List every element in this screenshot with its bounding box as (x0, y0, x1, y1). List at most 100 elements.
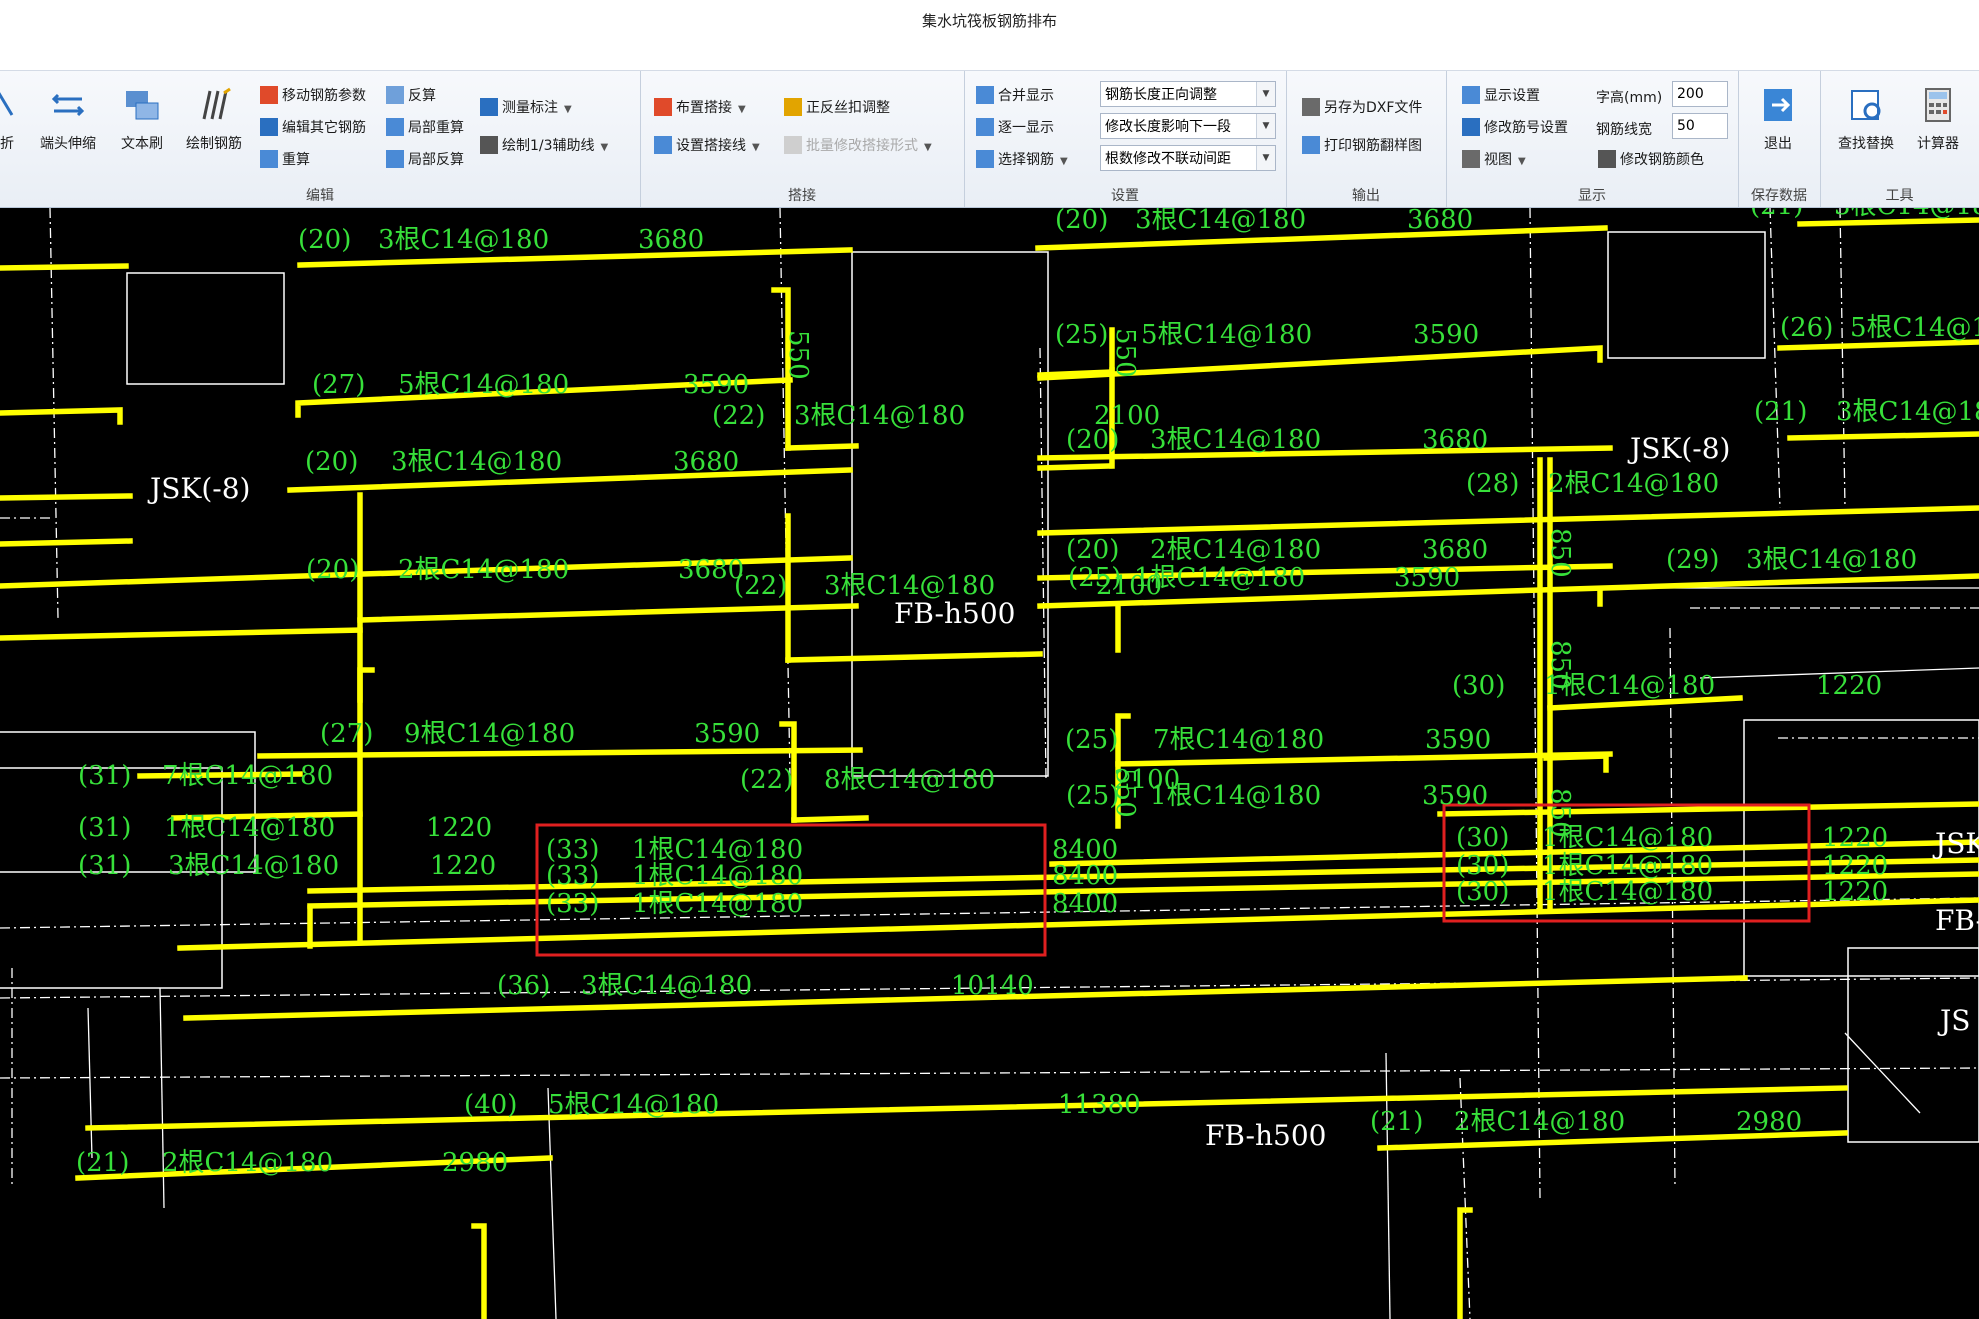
rebar-label-spec: 1根C14@180 (632, 861, 803, 891)
window-title: 集水坑筏板钢筋排布 (921, 12, 1057, 30)
save-dxf-button[interactable]: 另存为DXF文件 (1302, 95, 1422, 121)
rebar-line[interactable] (1037, 445, 1613, 461)
rebar-label-id: (21) (1754, 397, 1807, 427)
reverse-button[interactable]: 反算 (386, 83, 436, 109)
rebar-line[interactable] (0, 627, 363, 641)
rebar-line[interactable] (0, 263, 129, 271)
rebar-label[interactable]: (27) 9根C14@180 3590 (320, 719, 760, 749)
rebar-label[interactable]: (20) 2根C14@180 3680 (306, 555, 744, 585)
set-splice-line-button[interactable]: 设置搭接线 ▼ (654, 133, 760, 159)
room-label: FB-h500 (1205, 1119, 1326, 1152)
rebar-label[interactable]: (30) 1根C14@180 1220 (1456, 823, 1888, 853)
line-width-label: 钢筋线宽 (1596, 122, 1652, 138)
rebar-label-spec: 3根C14@180 (1150, 425, 1321, 455)
rebar-label[interactable]: (20) 3根C14@180 3680 (305, 447, 739, 477)
pit-outline (1607, 231, 1766, 359)
rebar-label[interactable]: (27) 5根C14@180 3590 (312, 370, 749, 400)
rebar-line[interactable] (1037, 505, 1979, 536)
length-effect-select[interactable]: 修改长度影响下一段 ▼ (1100, 113, 1276, 139)
merge-show-button[interactable]: 合并显示 (976, 83, 1054, 109)
rebar-label[interactable]: (20) 3根C14@180 3680 (1055, 208, 1473, 235)
wire-adjust-button[interactable]: 正反丝扣调整 (784, 95, 890, 121)
rebar-line[interactable] (0, 538, 133, 547)
rebar-drawing[interactable]: JSK(-8) JSK(-8) FB-h500 FB-h500 JSK FB- … (0, 208, 1979, 1319)
rebar-line[interactable] (287, 467, 853, 493)
rebar-label[interactable]: (29) 3根C14@180 (1666, 545, 1917, 575)
show-each-button[interactable]: 逐一显示 (976, 115, 1054, 141)
rebar-line[interactable] (357, 667, 375, 941)
chevron-down-icon[interactable]: ▼ (1256, 146, 1275, 170)
rebar-label-len: 3680 (1407, 208, 1473, 235)
color-icon (1598, 150, 1616, 168)
rebar-label[interactable]: (20) 2根C14@180 3680 (1066, 535, 1488, 565)
rebar-label[interactable]: (26) 5根C14@18 (1780, 313, 1979, 343)
dash-line (0, 1067, 1979, 1079)
chevron-down-icon[interactable]: ▼ (1256, 114, 1275, 138)
rebar-line[interactable] (1787, 431, 1979, 441)
edit-other-button[interactable]: 编辑其它钢筋 (260, 115, 366, 141)
local-reverse-button[interactable]: 局部反算 (386, 147, 464, 173)
modify-number-button[interactable]: 修改筋号设置 (1462, 115, 1568, 141)
text-brush-button[interactable]: 文本刷 (102, 79, 182, 179)
rebar-label[interactable]: (31) 7根C14@180 (78, 761, 333, 791)
move-params-button[interactable]: 移动钢筋参数 (260, 83, 366, 109)
rebar-label-spec: 3根C14@180 (824, 571, 995, 601)
drawing-canvas[interactable]: JSK(-8) JSK(-8) FB-h500 FB-h500 JSK FB- … (0, 208, 1979, 1319)
rebar-line[interactable] (357, 603, 859, 623)
find-replace-button[interactable]: 查找替换 (1826, 79, 1906, 179)
place-splice-button[interactable]: 布置搭接 ▼ (654, 95, 746, 121)
recalc-button[interactable]: 重算 (260, 147, 310, 173)
calculator-button[interactable]: 计算器 (1898, 79, 1978, 179)
draw-aux-button[interactable]: 绘制1/3辅助线 ▼ (480, 133, 608, 159)
count-link-select[interactable]: 根数修改不联动间距 ▼ (1100, 145, 1276, 171)
rebar-line[interactable] (0, 493, 133, 501)
draw-rebar-button[interactable]: 绘制钢筋 (174, 79, 254, 179)
exit-button[interactable]: 退出 (1738, 79, 1818, 179)
room-label: JS (1937, 1004, 1970, 1037)
end-stretch-button[interactable]: 端头伸缩 (28, 79, 108, 179)
chevron-down-icon[interactable]: ▼ (1256, 82, 1275, 106)
rebar-label[interactable]: (28) 2根C14@180 (1466, 469, 1719, 499)
length-adjust-select[interactable]: 钢筋长度正向调整 ▼ (1100, 81, 1276, 107)
print-button[interactable]: 打印钢筋翻样图 (1302, 133, 1422, 159)
rebar-line[interactable] (0, 407, 123, 425)
rebar-label-spec: 5根C14@180 (548, 1090, 719, 1120)
rebar-line[interactable] (1035, 225, 1608, 251)
rebar-label[interactable]: (31) 1根C14@180 1220 (78, 813, 492, 843)
font-height-input[interactable] (1672, 81, 1728, 107)
select-rebar-button[interactable]: 选择钢筋 ▼ (976, 147, 1068, 173)
rebar-label[interactable]: (21) 3根C14@180 (1750, 208, 1979, 221)
rebar-label[interactable]: (36) 3根C14@180 10140 (497, 971, 1034, 1001)
rebar-line[interactable] (785, 651, 1043, 663)
rebar-label-spec: 9根C14@180 (404, 719, 575, 749)
measure-button[interactable]: 测量标注 ▼ (480, 95, 572, 121)
rebar-line[interactable] (785, 443, 859, 451)
rebar-line[interactable] (791, 815, 869, 823)
rebar-line[interactable] (471, 1223, 487, 1319)
batch-modify-button[interactable]: 批量修改搭接形式 ▼ (784, 133, 932, 159)
line-width-input[interactable] (1672, 113, 1728, 139)
display-group: 显示设置 修改筋号设置 视图▼ 字高(mm) 钢筋线宽 修改钢筋颜色 显示 (1446, 71, 1739, 207)
rebar-line[interactable] (1457, 1207, 1473, 1319)
local-recalc-button[interactable]: 局部重算 (386, 115, 464, 141)
rebar-label[interactable]: (31) 3根C14@180 1220 (78, 851, 496, 881)
rebar-label[interactable]: (30) 1根C14@180 1220 (1452, 671, 1882, 701)
rebar-line[interactable] (1037, 463, 1113, 471)
rebar-label-len: 10140 (951, 971, 1034, 1001)
rebar-label-spec: 1根C14@180 (632, 889, 803, 919)
rebar-label-spec: 2根C14@180 (1150, 535, 1321, 565)
rebar-label[interactable]: (25) 7根C14@180 3590 (1065, 725, 1491, 755)
rebar-label[interactable]: (21) 3根C14@18 (1754, 397, 1979, 427)
rebar-label[interactable]: (21) 2根C14@180 2980 (1370, 1107, 1802, 1137)
settings-group-label: 设置 (1111, 188, 1139, 204)
rebar-label-len: 1220 (1822, 823, 1888, 853)
rebar-label-spec: 5根C14@180 (1141, 320, 1312, 350)
rebar-line[interactable] (257, 747, 863, 759)
rebar-label[interactable]: (20) 3根C14@180 3680 (298, 225, 704, 255)
rebar-label-id: (20) (1055, 208, 1108, 235)
view-button[interactable]: 视图 ▼ (1462, 147, 1526, 173)
rebar-line[interactable] (1543, 753, 1609, 773)
batch-icon (784, 136, 802, 154)
show-settings-button[interactable]: 显示设置 (1462, 83, 1540, 109)
modify-color-button[interactable]: 修改钢筋颜色 (1598, 147, 1704, 173)
